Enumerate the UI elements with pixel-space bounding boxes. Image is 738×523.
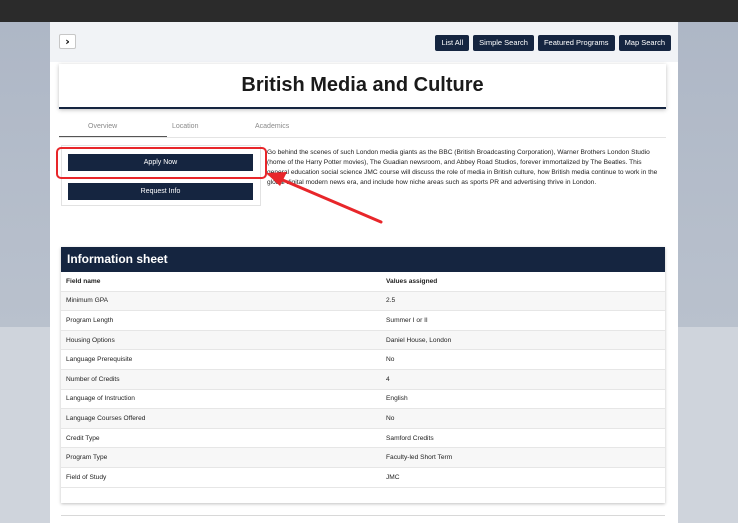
table-row: Language Prerequisite No — [61, 350, 665, 370]
field-name-cell: Field of Study — [66, 473, 107, 481]
field-name-cell: Language of Instruction — [66, 395, 135, 403]
list-all-button[interactable]: List All — [435, 35, 470, 51]
active-tab-indicator — [59, 136, 167, 137]
field-value-cell: Summer I or II — [386, 316, 428, 324]
field-value-cell: No — [386, 356, 395, 364]
left-background — [0, 22, 50, 523]
field-value-cell: English — [386, 395, 408, 403]
information-sheet-title: Information sheet — [61, 247, 665, 272]
field-name-cell: Program Type — [66, 454, 108, 462]
field-value-cell: Daniel House, London — [386, 336, 452, 344]
table-row: Credit Type Samford Credits — [61, 429, 665, 449]
tab-divider — [59, 137, 666, 138]
simple-search-button[interactable]: Simple Search — [473, 35, 534, 51]
top-navigation: List All Simple Search Featured Programs… — [435, 35, 671, 51]
field-value-cell: JMC — [386, 473, 400, 481]
table-row: Program Length Summer I or II — [61, 311, 665, 331]
program-description: Go behind the scenes of such London medi… — [267, 149, 658, 186]
field-value-cell: No — [386, 414, 395, 422]
field-value-cell: Samford Credits — [386, 434, 434, 442]
field-name-cell: Language Courses Offered — [66, 414, 146, 422]
table-row: Program Type Faculty-led Short Term — [61, 448, 665, 468]
map-search-button[interactable]: Map Search — [618, 35, 671, 51]
featured-programs-button[interactable]: Featured Programs — [537, 35, 615, 51]
field-name-cell: Credit Type — [66, 434, 100, 442]
page-bottom-divider — [61, 515, 665, 516]
field-name-cell: Minimum GPA — [66, 297, 109, 305]
field-name-cell: Housing Options — [66, 336, 115, 344]
column-header-field-name: Field name — [66, 277, 101, 285]
table-row: Language of Instruction English — [61, 390, 665, 410]
page-title: British Media and Culture — [241, 74, 484, 96]
request-info-button[interactable]: Request Info — [68, 183, 253, 200]
field-name-cell: Number of Credits — [66, 375, 120, 383]
tab-location[interactable]: Location — [172, 123, 198, 130]
expand-sidebar-button[interactable]: › — [59, 34, 76, 49]
right-background — [678, 22, 738, 523]
table-row: Minimum GPA 2.5 — [61, 291, 665, 312]
field-name-cell: Language Prerequisite — [66, 356, 133, 364]
table-row: Number of Credits 4 — [61, 369, 665, 390]
field-value-cell: 4 — [386, 375, 390, 383]
tab-academics[interactable]: Academics — [255, 123, 289, 130]
highlight-annotation — [56, 147, 267, 179]
table-row: Language Courses Offered No — [61, 409, 665, 429]
field-value-cell: 2.5 — [386, 297, 396, 305]
tab-overview[interactable]: Overview — [88, 123, 117, 130]
table-row: Housing Options Daniel House, London — [61, 330, 665, 351]
table-row: Field of Study JMC — [61, 468, 665, 488]
field-name-cell: Program Length — [66, 316, 114, 324]
browser-top-bar — [0, 0, 738, 22]
column-header-values-assigned: Values assigned — [386, 277, 438, 285]
information-sheet: Information sheet Field name Values assi… — [61, 247, 665, 503]
title-card: British Media and Culture — [59, 64, 666, 109]
field-value-cell: Faculty-led Short Term — [386, 454, 453, 462]
table-header-row: Field name Values assigned — [61, 272, 665, 292]
